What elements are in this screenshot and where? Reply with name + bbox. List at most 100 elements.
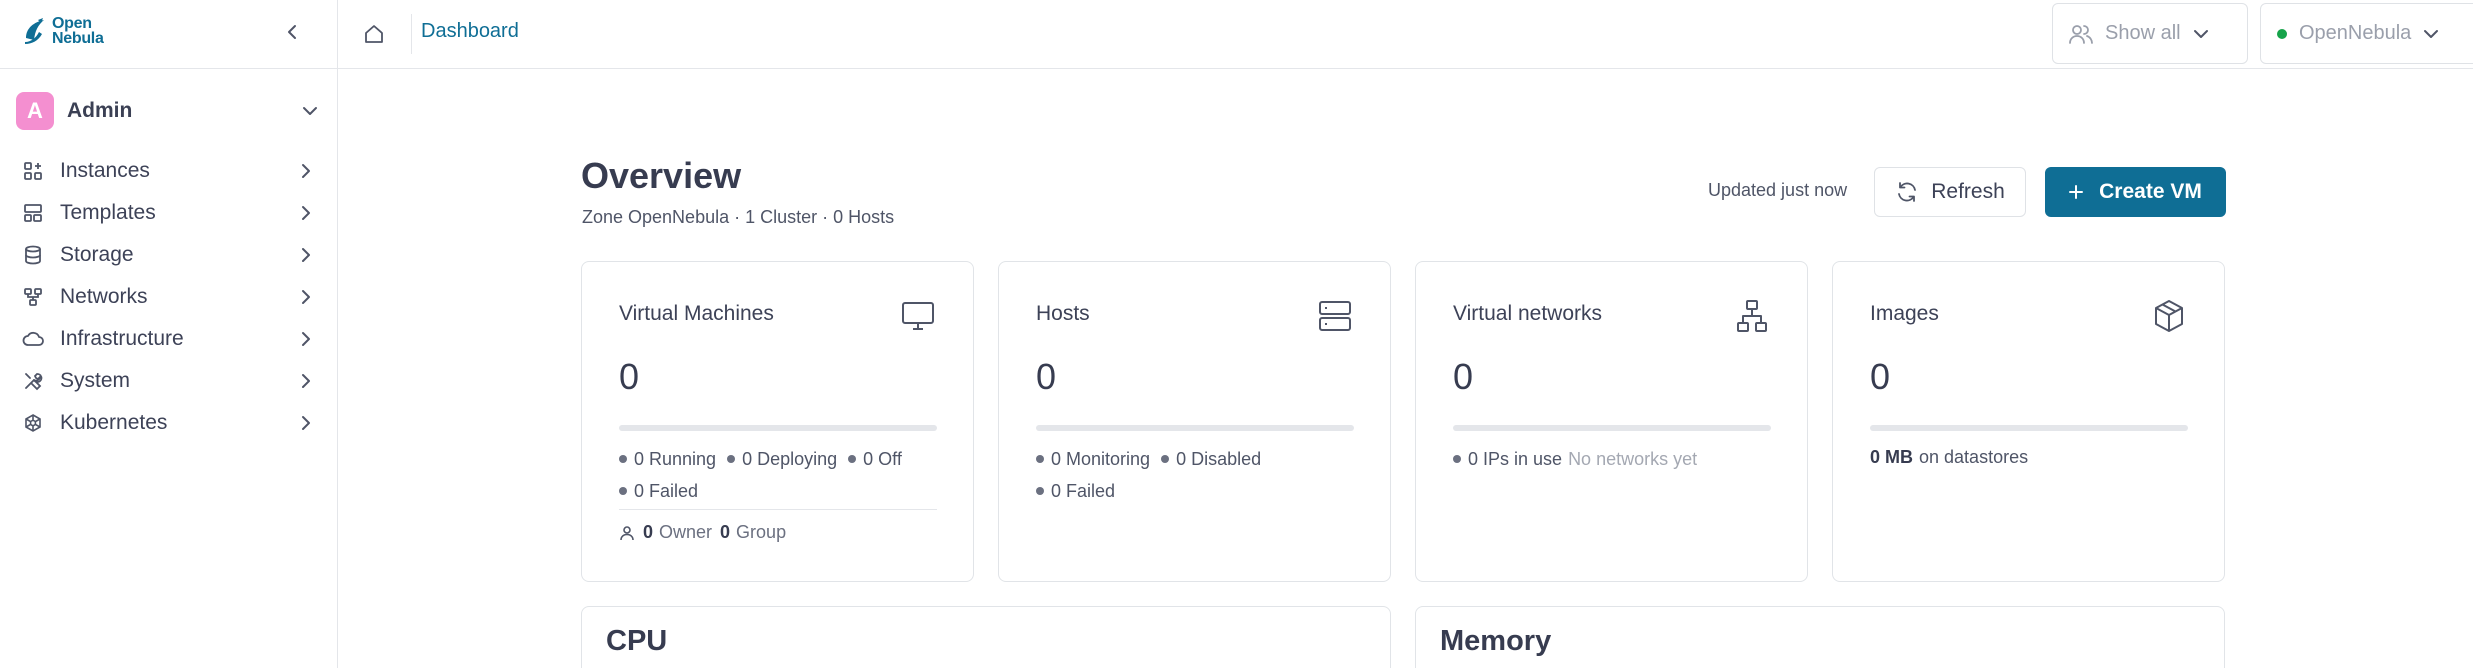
sidebar-item-networks[interactable]: Networks: [22, 276, 314, 318]
datastore-size: 0 MB: [1870, 447, 1914, 467]
card-count: 0: [619, 356, 640, 397]
chevron-right-icon: [298, 286, 314, 308]
progress-bar: [1036, 425, 1354, 431]
sidebar-item-label: Infrastructure: [60, 327, 184, 350]
nebula-logo-icon: [25, 18, 44, 44]
last-updated-text: Updated just now: [1708, 180, 1848, 200]
card-stats: 0 Monitoring 0 Disabled 0 Failed: [1036, 442, 1366, 506]
ips-in-use: 0 IPs in use: [1468, 449, 1563, 469]
sidebar-item-label: Networks: [60, 285, 148, 308]
cloud-icon: [22, 328, 44, 350]
panel-title: Memory: [1440, 625, 1552, 657]
status-dot: [1161, 455, 1170, 463]
sidebar-item-label: Templates: [60, 201, 156, 224]
networks-icon: [22, 286, 44, 308]
sidebar-item-label: Kubernetes: [60, 411, 168, 434]
running-count: 0 Running: [634, 449, 717, 469]
server-icon: [1317, 298, 1353, 334]
avatar: A: [16, 92, 54, 130]
create-vm-label: Create VM: [2099, 180, 2202, 203]
user-name: Admin: [67, 99, 133, 122]
status-dot: [1036, 487, 1044, 495]
sidebar-nav: Instances Templates Storage Networks Inf…: [22, 150, 314, 444]
empty-state-text: No networks yet: [1568, 449, 1698, 469]
memory-panel: Memory: [1415, 606, 2225, 668]
breadcrumb[interactable]: Dashboard: [421, 20, 519, 43]
page-subtitle: Zone OpenNebula · 1 Cluster · 0 Hosts: [582, 207, 895, 227]
refresh-button[interactable]: Refresh: [1874, 167, 2026, 217]
card-stats: 0 MB on datastores: [1870, 442, 2200, 472]
images-card[interactable]: Images 0 0 MB on datastores: [1832, 261, 2225, 582]
network-icon: [1734, 298, 1770, 334]
card-stats: 0 IPs in use No networks yet: [1453, 442, 1783, 474]
user-menu[interactable]: A Admin: [16, 92, 322, 130]
chevron-right-icon: [298, 244, 314, 266]
monitor-icon: [900, 298, 936, 334]
status-dot: [1036, 455, 1044, 463]
package-icon: [2151, 298, 2187, 334]
off-count: 0 Off: [863, 449, 902, 469]
opennebula-logo[interactable]: Open Nebula: [22, 15, 104, 47]
progress-bar: [1453, 425, 1771, 431]
home-button[interactable]: [360, 20, 388, 48]
group-count: 0: [720, 522, 731, 542]
tools-icon: [22, 370, 44, 392]
collapse-sidebar-button[interactable]: [280, 18, 304, 46]
progress-bar: [619, 425, 937, 431]
zone-label: OpenNebula: [2299, 22, 2412, 44]
progress-bar: [1870, 425, 2188, 431]
vms-card[interactable]: Virtual Machines 0 0 Running 0 Deploying…: [581, 261, 974, 582]
chevron-down-icon: [2193, 29, 2208, 38]
create-vm-button[interactable]: Create VM: [2045, 167, 2226, 217]
chevron-right-icon: [298, 370, 314, 392]
failed-count: 0 Failed: [1051, 481, 1116, 501]
templates-icon: [22, 202, 44, 224]
top-bar: Dashboard Show all OpenNebula: [338, 0, 2473, 69]
zone-dropdown[interactable]: OpenNebula: [2260, 3, 2473, 64]
card-title: Images: [1870, 302, 1939, 325]
hosts-card[interactable]: Hosts 0 0 Monitoring 0 Disabled 0 Failed: [998, 261, 1391, 582]
cpu-panel: CPU: [581, 606, 1391, 668]
group-label: Group: [736, 522, 787, 542]
status-dot: [619, 487, 627, 495]
monitoring-count: 0 Monitoring: [1051, 449, 1151, 469]
sidebar-item-storage[interactable]: Storage: [22, 234, 314, 276]
sidebar-item-system[interactable]: System: [22, 360, 314, 402]
owner-count: 0: [643, 522, 654, 542]
breadcrumb-divider: [411, 14, 412, 54]
failed-count: 0 Failed: [634, 481, 699, 501]
ownership-row: 0 Owner 0 Group: [619, 522, 786, 543]
user-icon: [620, 525, 634, 540]
sidebar-item-templates[interactable]: Templates: [22, 192, 314, 234]
instances-icon: [22, 160, 44, 182]
vnets-card[interactable]: Virtual networks 0 0 IPs in use No networ…: [1415, 261, 1808, 582]
page-title: Overview: [581, 155, 742, 196]
sidebar-item-infrastructure[interactable]: Infrastructure: [22, 318, 314, 360]
chevron-right-icon: [298, 202, 314, 224]
status-dot: [848, 455, 857, 463]
sidebar-item-kubernetes[interactable]: Kubernetes: [22, 402, 314, 444]
sidebar-item-label: Instances: [60, 159, 150, 182]
chevron-down-icon: [303, 107, 317, 115]
sidebar-item-label: System: [60, 369, 131, 392]
refresh-label: Refresh: [1931, 180, 2005, 203]
deploying-count: 0 Deploying: [742, 449, 838, 469]
datastore-size-label: on datastores: [1919, 447, 2029, 467]
sidebar: Open Nebula A Admin Instances Templates: [0, 0, 338, 668]
owner-label: Owner: [659, 522, 713, 542]
sidebar-item-instances[interactable]: Instances: [22, 150, 314, 192]
status-dot: [1453, 455, 1461, 463]
logo-line-2: Nebula: [52, 30, 104, 47]
kubernetes-icon: [22, 412, 44, 434]
status-dot: [619, 455, 627, 463]
status-dot: [727, 455, 736, 463]
sidebar-divider: [0, 68, 338, 69]
card-stats: 0 Running 0 Deploying 0 Off 0 Failed: [619, 442, 949, 506]
chevron-down-icon: [2424, 29, 2439, 38]
card-divider: [619, 509, 937, 510]
chevron-right-icon: [298, 160, 314, 182]
card-title: Hosts: [1036, 302, 1090, 325]
logo-line-1: Open: [52, 15, 92, 32]
refresh-icon: [1898, 182, 1917, 202]
group-filter-dropdown[interactable]: Show all: [2052, 3, 2248, 64]
